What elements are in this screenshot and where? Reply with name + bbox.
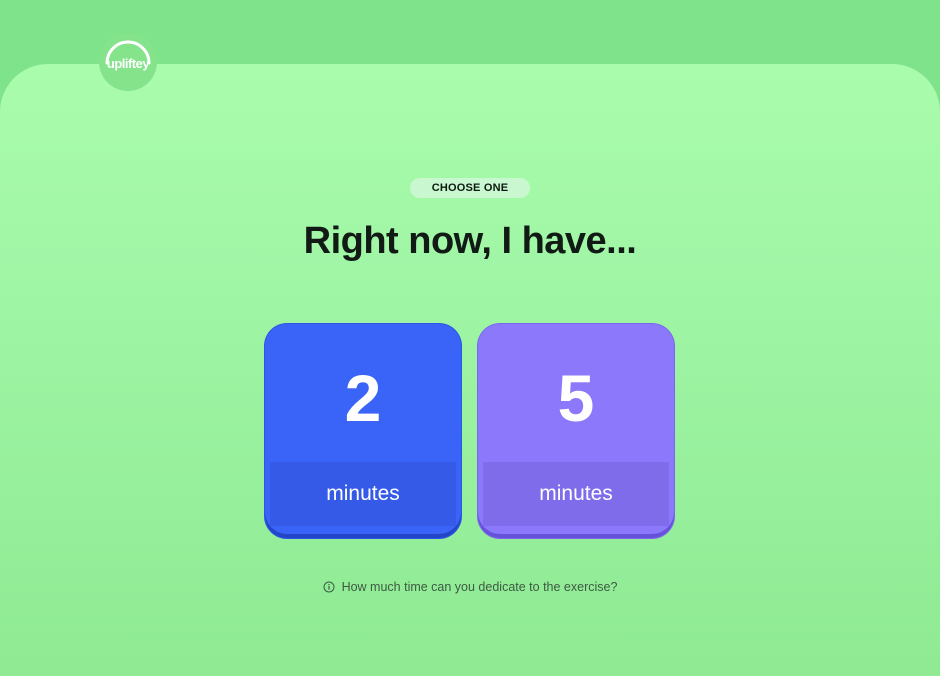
time-options: 2 minutes 5 minutes: [265, 324, 675, 538]
option-2-minutes-card[interactable]: 2 minutes: [265, 324, 461, 538]
option-unit: minutes: [270, 462, 456, 526]
option-unit: minutes: [483, 462, 669, 526]
choose-one-chip: CHOOSE ONE: [410, 178, 530, 198]
logo-text: upliftey: [106, 55, 150, 71]
info-icon: [323, 581, 335, 593]
option-value: 5: [557, 361, 595, 435]
page: upliftey CHOOSE ONE Right now, I have...…: [0, 0, 940, 676]
hint-row: How much time can you dedicate to the ex…: [0, 580, 940, 594]
brand-logo[interactable]: upliftey: [99, 33, 157, 91]
option-5-minutes-card[interactable]: 5 minutes: [478, 324, 674, 538]
page-title: Right now, I have...: [303, 220, 637, 262]
hint-text: How much time can you dedicate to the ex…: [341, 580, 618, 594]
option-value: 2: [344, 361, 382, 435]
